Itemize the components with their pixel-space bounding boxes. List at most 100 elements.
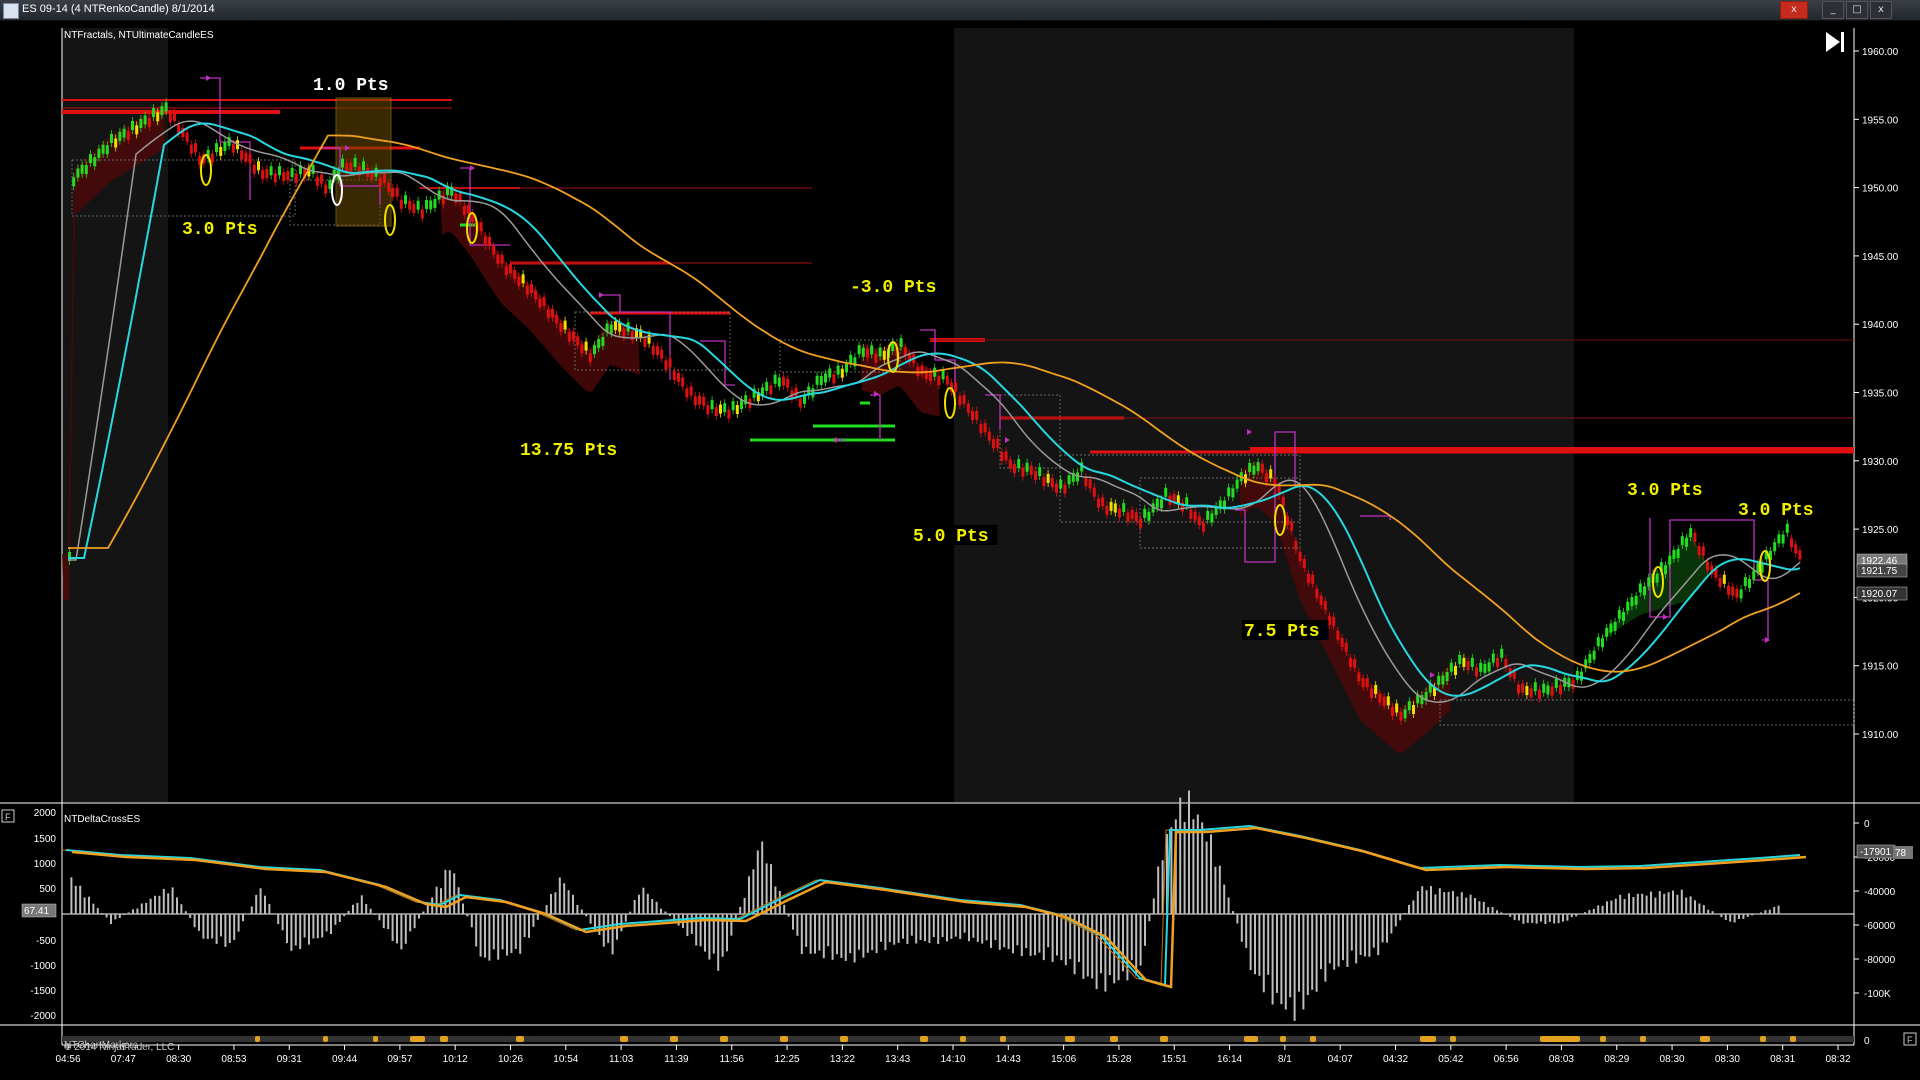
time-tick-label: 10:12: [443, 1054, 468, 1065]
minimize-button[interactable]: _: [1822, 1, 1844, 19]
histogram-bar: [536, 914, 539, 920]
sub-left-tick: 1000: [34, 859, 57, 870]
chart-marker: [920, 1036, 928, 1042]
histogram-bar: [690, 914, 693, 934]
histogram-bar: [1232, 911, 1234, 914]
histogram-bar: [924, 914, 926, 942]
histogram-bar: [796, 914, 799, 936]
histogram-bar: [968, 914, 970, 942]
histogram-bar: [1592, 908, 1595, 914]
histogram-bar: [1394, 914, 1397, 927]
histogram-bar: [792, 914, 794, 930]
histogram-bar: [176, 897, 178, 914]
histogram-bar: [330, 914, 332, 934]
time-tick-label: 09:31: [277, 1054, 302, 1065]
histogram-bar: [1060, 914, 1063, 961]
histogram-bar: [1491, 907, 1494, 914]
histogram-bar: [1315, 914, 1318, 992]
svg-text:F: F: [5, 812, 11, 822]
histogram-bar: [1430, 886, 1432, 914]
histogram-bar: [1042, 914, 1045, 961]
histogram-bar: [1346, 914, 1349, 967]
panel-toggle-icon[interactable]: F: [1903, 1032, 1917, 1046]
time-tick-label: 08:30: [1660, 1054, 1685, 1065]
histogram-bar: [818, 914, 821, 951]
histogram-bar: [950, 914, 953, 939]
annotation-text: -3.0 Pts: [850, 278, 936, 298]
histogram-bar: [624, 914, 627, 922]
histogram-bar: [629, 911, 632, 914]
histogram-bar: [1126, 914, 1129, 981]
close-window-button[interactable]: x: [1870, 1, 1892, 19]
chart-marker: [1760, 1036, 1766, 1042]
histogram-bar: [963, 914, 966, 933]
histogram-bar: [1117, 914, 1120, 981]
histogram-bar: [1553, 914, 1556, 924]
histogram-bar: [1047, 914, 1050, 948]
histogram-bar: [532, 914, 535, 927]
chart-area[interactable]: 1.0 Pts 3.0 Pts -3.0 Pts 13.75 Pts 5.0 Pts 7.…: [0, 20, 1920, 1080]
panel-toggle-icon[interactable]: F: [1, 809, 15, 823]
histogram-bar: [893, 914, 896, 945]
histogram-bar: [127, 912, 130, 914]
histogram-bar: [114, 914, 117, 920]
histogram-bar: [849, 914, 852, 954]
histogram-bar: [1038, 914, 1041, 953]
histogram-bar: [902, 914, 904, 939]
histogram-bar: [827, 914, 830, 947]
histogram-bar: [1086, 914, 1089, 977]
histogram-bar: [928, 914, 931, 943]
price-tick-label: 1915.00: [1862, 662, 1899, 673]
price-tick-label: 1955.00: [1862, 115, 1899, 126]
chart-marker: [1110, 1036, 1118, 1042]
session-shade: [954, 28, 1574, 802]
histogram-bar: [840, 914, 843, 958]
histogram-bar: [1245, 914, 1248, 948]
histogram-bar: [321, 914, 324, 938]
histogram-bar: [1636, 893, 1639, 914]
histogram-bar: [1029, 914, 1032, 956]
maximize-button[interactable]: □: [1846, 1, 1868, 19]
histogram-bar: [101, 913, 104, 914]
chart-marker: [516, 1036, 524, 1042]
histogram-bar: [299, 914, 302, 950]
histogram-bar: [937, 914, 940, 944]
histogram-bar: [136, 908, 139, 914]
time-tick-label: 05:42: [1438, 1054, 1463, 1065]
sub-left-tick: 500: [39, 884, 56, 895]
main-indicator-label: NTFractals, NTUltimateCandleES: [64, 30, 214, 41]
histogram-bar: [981, 914, 984, 944]
histogram-bar: [237, 914, 240, 932]
time-tick-label: 15:06: [1051, 1054, 1076, 1065]
histogram-bar: [572, 894, 574, 914]
histogram-bar: [1377, 914, 1380, 956]
histogram-bar: [1438, 888, 1441, 914]
histogram-bar: [1020, 914, 1023, 957]
histogram-bar: [752, 869, 755, 914]
histogram-bar: [1324, 914, 1327, 982]
histogram-bar: [1434, 894, 1437, 914]
histogram-bar: [387, 914, 390, 930]
histogram-bar: [259, 888, 262, 914]
sub-left-tick: -500: [36, 936, 56, 947]
histogram-bar: [880, 914, 882, 942]
histogram-bar: [1227, 897, 1230, 914]
histogram-bar: [440, 888, 442, 914]
histogram-bar: [453, 873, 456, 914]
histogram-bar: [1192, 819, 1195, 914]
close-button[interactable]: x: [1780, 1, 1808, 19]
histogram-bar: [1601, 905, 1604, 914]
delta-cross-panel: 2000 1500 1000 500 -500 -1000 -1500 -2000 67.41 0…: [21, 790, 1913, 1022]
histogram-bar: [805, 914, 808, 947]
histogram-bar: [1003, 914, 1006, 948]
histogram-bar: [1557, 914, 1560, 924]
time-tick-label: 07:47: [111, 1054, 136, 1065]
histogram-bar: [1751, 914, 1754, 916]
histogram-bar: [1205, 841, 1208, 914]
histogram-bar: [365, 904, 368, 914]
chart-marker: [1310, 1036, 1316, 1042]
histogram-bar: [1509, 914, 1512, 917]
histogram-bar: [836, 914, 838, 955]
chart-marker: [1700, 1036, 1710, 1042]
histogram-bar: [352, 904, 354, 914]
